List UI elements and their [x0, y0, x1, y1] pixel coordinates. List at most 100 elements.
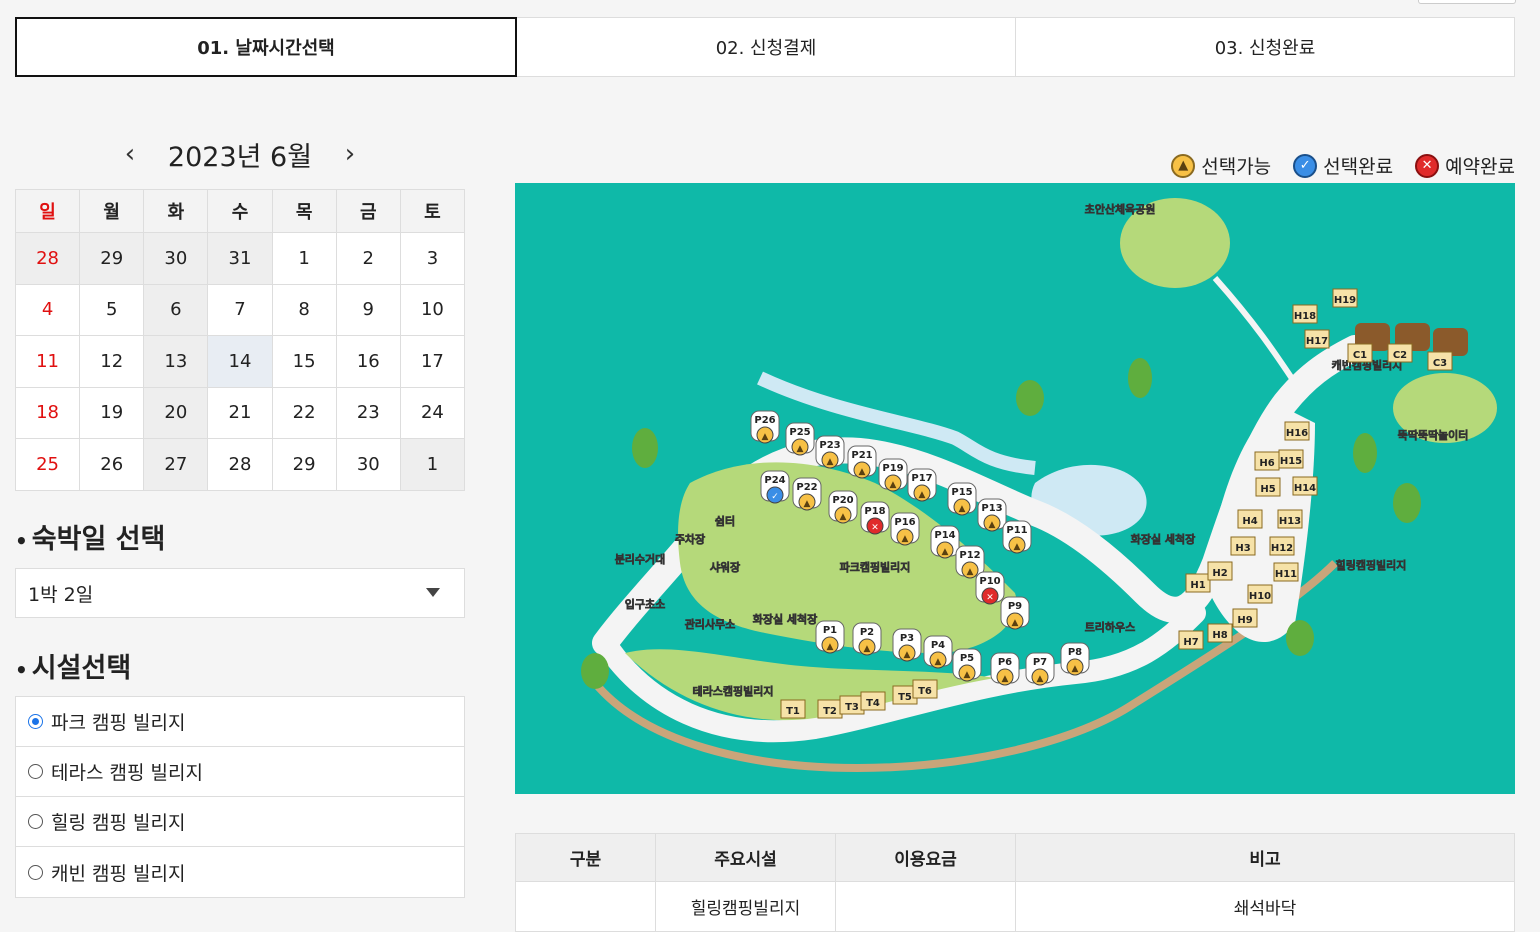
facility-option-park[interactable]: 파크 캠핑 빌리지	[16, 697, 464, 747]
campsite-h14[interactable]: H14	[1292, 476, 1318, 496]
radio-button[interactable]	[28, 864, 43, 880]
campsite-h19[interactable]: H19	[1332, 288, 1358, 308]
campsite-p6[interactable]: P6 ▲	[990, 652, 1020, 686]
campsite-t3[interactable]: T3	[839, 695, 865, 715]
calendar-day[interactable]: 5	[79, 283, 145, 336]
campsite-p16[interactable]: P16 ▲	[890, 512, 920, 546]
calendar-day[interactable]: 17	[399, 335, 466, 388]
calendar-day[interactable]: 30	[143, 232, 209, 285]
calendar-day[interactable]: 3	[399, 232, 466, 285]
chevron-right-icon[interactable]: ›	[330, 139, 370, 169]
calendar-day[interactable]: 6	[143, 283, 209, 336]
calendar-day[interactable]: 18	[14, 386, 81, 439]
campsite-p20[interactable]: P20 ▲	[828, 490, 858, 524]
campsite-p15[interactable]: P15 ▲	[947, 482, 977, 516]
campsite-p9[interactable]: P9 ▲	[1000, 596, 1030, 630]
campsite-p2[interactable]: P2 ▲	[852, 622, 882, 656]
facility-option-terrace[interactable]: 테라스 캠핑 빌리지	[16, 747, 464, 797]
campsite-c3[interactable]: C3	[1427, 351, 1453, 371]
campsite-p18[interactable]: P18 ✕	[860, 501, 890, 535]
stay-select[interactable]: 1박 2일	[15, 568, 465, 618]
chevron-left-icon[interactable]: ‹	[110, 139, 150, 169]
calendar-day[interactable]: 10	[399, 283, 466, 336]
calendar-day[interactable]: 28	[207, 438, 273, 491]
calendar-day[interactable]: 12	[79, 335, 145, 388]
campsite-h15[interactable]: H15	[1278, 449, 1304, 469]
top-utility-box[interactable]	[1418, 0, 1516, 4]
campsite-p23[interactable]: P23 ▲	[815, 435, 845, 469]
campsite-h10[interactable]: H10	[1247, 584, 1273, 604]
calendar-day[interactable]: 31	[207, 232, 273, 285]
calendar-day[interactable]: 24	[399, 386, 466, 439]
campsite-p13[interactable]: P13 ▲	[977, 498, 1007, 532]
campsite-h2[interactable]: H2	[1207, 561, 1233, 581]
campsite-h13[interactable]: H13	[1277, 509, 1303, 529]
campsite-h5[interactable]: H5	[1255, 477, 1281, 497]
campsite-h6[interactable]: H6	[1254, 451, 1280, 471]
campsite-h7[interactable]: H7	[1178, 630, 1204, 650]
calendar-day[interactable]: 28	[14, 232, 81, 285]
calendar-day[interactable]: 29	[79, 232, 145, 285]
campsite-p7[interactable]: P7 ▲	[1025, 652, 1055, 686]
campsite-p21[interactable]: P21 ▲	[847, 445, 877, 479]
campsite-h17[interactable]: H17	[1304, 329, 1330, 349]
campsite-p25[interactable]: P25 ▲	[785, 422, 815, 456]
campsite-h1[interactable]: H1	[1185, 573, 1211, 593]
calendar-day[interactable]: 8	[271, 283, 337, 336]
calendar-day[interactable]: 7	[207, 283, 273, 336]
campsite-p19[interactable]: P19 ▲	[878, 458, 908, 492]
campsite-h9[interactable]: H9	[1232, 608, 1258, 628]
calendar-day[interactable]: 14	[207, 335, 273, 388]
calendar-day[interactable]: 13	[143, 335, 209, 388]
calendar-day[interactable]: 27	[143, 438, 209, 491]
radio-button[interactable]	[28, 764, 43, 779]
calendar-day[interactable]: 2	[335, 232, 401, 285]
campsite-p3[interactable]: P3 ▲	[892, 628, 922, 662]
calendar-day[interactable]: 23	[335, 386, 401, 439]
campsite-c2[interactable]: C2	[1387, 343, 1413, 363]
campsite-h3[interactable]: H3	[1230, 536, 1256, 556]
campsite-p4[interactable]: P4 ▲	[923, 635, 953, 669]
campsite-t1[interactable]: T1	[780, 699, 806, 719]
campsite-p10[interactable]: P10 ✕	[975, 571, 1005, 605]
campsite-p14[interactable]: P14 ▲	[930, 525, 960, 559]
campsite-h4[interactable]: H4	[1237, 509, 1263, 529]
calendar-day[interactable]: 4	[14, 283, 81, 336]
campsite-p17[interactable]: P17 ▲	[907, 468, 937, 502]
campsite-h8[interactable]: H8	[1207, 623, 1233, 643]
calendar-day[interactable]: 30	[335, 438, 401, 491]
radio-button[interactable]	[28, 814, 43, 829]
campsite-p5[interactable]: P5 ▲	[952, 648, 982, 682]
campsite-t2[interactable]: T2	[817, 699, 843, 719]
campsite-p24[interactable]: P24 ✓	[760, 470, 790, 504]
campsite-p8[interactable]: P8 ▲	[1060, 642, 1090, 676]
calendar-day[interactable]: 15	[271, 335, 337, 388]
calendar-day[interactable]: 16	[335, 335, 401, 388]
facility-option-healing[interactable]: 힐링 캠핑 빌리지	[16, 797, 464, 847]
calendar-day[interactable]: 25	[14, 438, 81, 491]
campsite-c1[interactable]: C1	[1347, 343, 1373, 363]
svg-text:✕: ✕	[986, 593, 994, 603]
calendar-day[interactable]: 11	[14, 335, 81, 388]
campsite-h18[interactable]: H18	[1292, 304, 1318, 324]
calendar-day[interactable]: 29	[271, 438, 337, 491]
campsite-t6[interactable]: T6	[912, 679, 938, 699]
calendar-day[interactable]: 26	[79, 438, 145, 491]
campsite-p11[interactable]: P11 ▲	[1002, 520, 1032, 554]
campsite-t4[interactable]: T4	[860, 691, 886, 711]
calendar-day[interactable]: 19	[79, 386, 145, 439]
campsite-h16[interactable]: H16	[1284, 421, 1310, 441]
campsite-h12[interactable]: H12	[1269, 536, 1295, 556]
campsite-p22[interactable]: P22 ▲	[792, 477, 822, 511]
facility-option-cabin[interactable]: 캐빈 캠핑 빌리지	[16, 847, 464, 897]
calendar-day[interactable]: 9	[335, 283, 401, 336]
calendar-day[interactable]: 22	[271, 386, 337, 439]
campsite-h11[interactable]: H11	[1273, 562, 1299, 582]
campsite-p26[interactable]: P26 ▲	[750, 410, 780, 444]
calendar-day[interactable]: 1	[271, 232, 337, 285]
calendar-day[interactable]: 1	[399, 438, 466, 491]
calendar-day[interactable]: 20	[143, 386, 209, 439]
calendar-day[interactable]: 21	[207, 386, 273, 439]
radio-button[interactable]	[28, 714, 43, 729]
campsite-p1[interactable]: P1 ▲	[815, 620, 845, 654]
